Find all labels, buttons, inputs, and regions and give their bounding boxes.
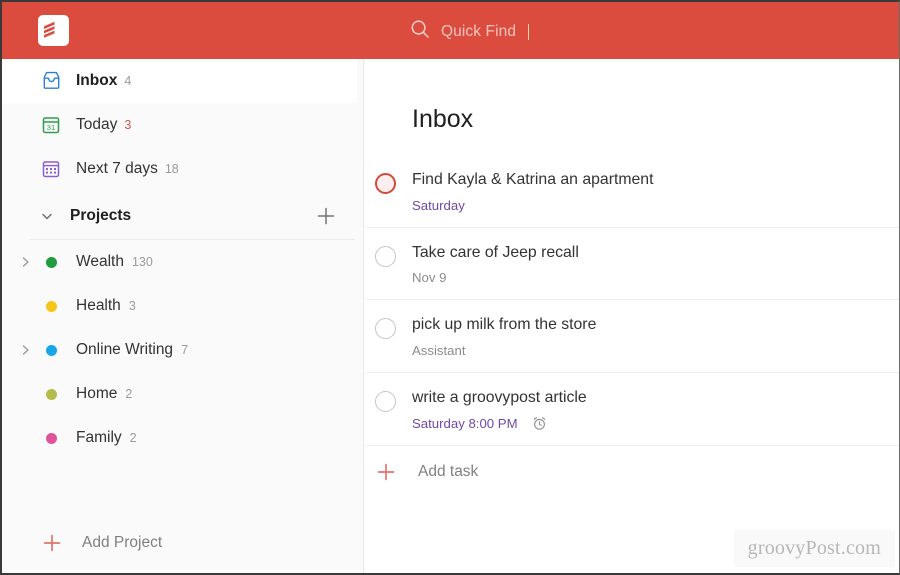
sidebar-item-count: 18 (164, 162, 179, 176)
task-meta: Saturday 8:00 PM (412, 415, 899, 431)
search-input[interactable]: Quick Find (441, 24, 516, 40)
task-title: Find Kayla & Katrina an apartment (412, 171, 654, 188)
task-checkbox[interactable] (375, 391, 396, 413)
task-row[interactable]: write a groovypost article Saturday 8:00… (365, 373, 899, 446)
sidebar-project-online-writing[interactable]: Online Writing 7 (2, 328, 363, 372)
sidebar-item-count: 3 (124, 118, 132, 132)
project-label: Health (76, 297, 121, 314)
project-color-dot (46, 388, 57, 400)
plus-icon (376, 462, 396, 482)
add-task-button[interactable]: Add task (365, 446, 899, 492)
sidebar: Inbox 4 31 Today 3 Next 7 days 18 Projec… (2, 59, 364, 573)
projects-title: Projects (70, 207, 132, 224)
calendar-week-icon (40, 158, 62, 180)
sidebar-item-label: Next 7 days (76, 160, 158, 177)
sidebar-project-health[interactable]: Health 3 (2, 284, 363, 328)
sidebar-project-wealth[interactable]: Wealth 130 (2, 240, 363, 284)
task-row[interactable]: pick up milk from the store Assistant (365, 300, 899, 374)
project-count: 3 (128, 299, 136, 313)
task-row[interactable]: Take care of Jeep recall Nov 9 (365, 228, 899, 301)
task-meta: Assistant (412, 343, 899, 359)
sidebar-project-family[interactable]: Family 2 (2, 416, 363, 460)
add-project-label: Add Project (82, 534, 163, 551)
quick-find[interactable]: Quick Find (410, 19, 530, 44)
sidebar-item-label: Today (76, 116, 118, 133)
sidebar-item-next-7-days[interactable]: Next 7 days 18 (2, 147, 363, 191)
sidebar-item-label: Inbox (76, 72, 118, 89)
project-label: Home (76, 385, 118, 402)
svg-text:31: 31 (47, 123, 55, 132)
chevron-down-icon[interactable] (40, 209, 54, 223)
task-title: write a groovypost article (412, 389, 587, 407)
search-caret (528, 23, 530, 40)
project-label: Wealth (76, 253, 124, 270)
search-icon (410, 19, 430, 44)
page-title: Inbox (412, 105, 474, 133)
sidebar-item-count: 4 (124, 74, 132, 88)
app-header: Quick Find (2, 2, 899, 59)
project-count: 2 (125, 387, 133, 401)
task-due-date: Saturday (412, 197, 465, 213)
todoist-logo-icon[interactable] (38, 15, 69, 46)
task-row[interactable]: Find Kayla & Katrina an apartment Saturd… (365, 155, 899, 228)
sidebar-project-home[interactable]: Home 2 (2, 372, 363, 416)
task-title: pick up milk from the store (412, 316, 597, 334)
task-meta: Saturday (412, 197, 899, 213)
project-count: 2 (129, 431, 137, 445)
sidebar-item-inbox[interactable]: Inbox 4 (2, 59, 357, 103)
task-source-label: Assistant (412, 343, 466, 359)
project-color-dot (46, 344, 57, 356)
plus-icon (42, 533, 62, 553)
alarm-clock-icon[interactable] (532, 416, 547, 431)
calendar-today-icon: 31 (40, 114, 62, 136)
project-color-dot (46, 256, 57, 268)
chevron-right-icon[interactable] (20, 255, 32, 269)
chevron-right-icon[interactable] (20, 343, 32, 357)
add-task-label: Add task (418, 462, 479, 480)
task-checkbox[interactable] (375, 173, 396, 194)
project-label: Family (76, 429, 122, 446)
task-checkbox[interactable] (375, 318, 396, 340)
projects-section-header[interactable]: Projects (2, 197, 363, 235)
inbox-icon (40, 70, 62, 92)
add-project-plus-icon[interactable] (315, 205, 337, 232)
todoist-window: Quick Find Inbox 4 31 Today 3 Next 7 day… (0, 0, 900, 575)
main-content: Inbox Find Kayla & Katrina an apartment … (365, 59, 899, 573)
task-meta: Nov 9 (412, 270, 899, 286)
project-count: 130 (131, 255, 153, 269)
project-color-dot (46, 300, 57, 312)
add-project-button[interactable]: Add Project (2, 523, 162, 563)
project-color-dot (46, 432, 57, 444)
task-due-date: Saturday 8:00 PM (412, 415, 518, 431)
task-title: Take care of Jeep recall (412, 243, 579, 261)
task-list: Find Kayla & Katrina an apartment Saturd… (365, 155, 899, 492)
task-due-date: Nov 9 (412, 270, 447, 286)
watermark: groovyPost.com (733, 530, 895, 567)
sidebar-item-today[interactable]: 31 Today 3 (2, 103, 363, 147)
project-count: 7 (181, 343, 189, 357)
project-label: Online Writing (76, 341, 174, 358)
task-checkbox[interactable] (375, 245, 396, 267)
